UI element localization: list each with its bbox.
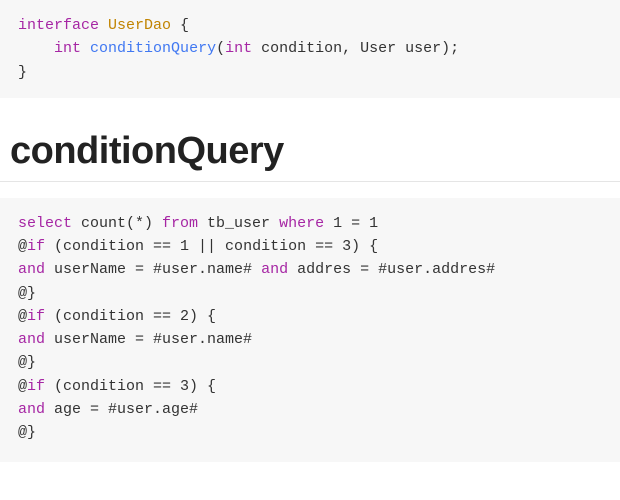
kw-select: select — [18, 215, 72, 232]
text: tb_user — [198, 215, 279, 232]
space — [99, 17, 108, 34]
param-rest: condition, User user — [252, 40, 441, 57]
close-block: @} — [18, 285, 36, 302]
code-block-interface: interface UserDao { int conditionQuery(i… — [0, 0, 620, 98]
text: (condition == 2) { — [45, 308, 216, 325]
text: age = #user.age# — [45, 401, 198, 418]
text: userName = #user.name# — [45, 331, 252, 348]
heading-section: conditionQuery — [0, 106, 620, 182]
method-name: conditionQuery — [90, 40, 216, 57]
kw-and: and — [18, 331, 45, 348]
params-open: ( — [216, 40, 225, 57]
text: 1 = 1 — [324, 215, 378, 232]
kw-and: and — [261, 261, 288, 278]
at-sign: @ — [18, 378, 27, 395]
close-block: @} — [18, 354, 36, 371]
kw-from: from — [162, 215, 198, 232]
text: (condition == 3) { — [45, 378, 216, 395]
return-type: int — [54, 40, 81, 57]
kw-if: if — [27, 378, 45, 395]
text: (condition == 1 || condition == 3) { — [45, 238, 378, 255]
indent — [18, 40, 54, 57]
text: userName = #user.name# — [45, 261, 261, 278]
space — [81, 40, 90, 57]
at-sign: @ — [18, 238, 27, 255]
text: addres = #user.addres# — [288, 261, 495, 278]
at-sign: @ — [18, 308, 27, 325]
kw-if: if — [27, 308, 45, 325]
kw-if: if — [27, 238, 45, 255]
open-brace: { — [171, 17, 189, 34]
kw-and: and — [18, 401, 45, 418]
kw-and: and — [18, 261, 45, 278]
interface-name: UserDao — [108, 17, 171, 34]
page-heading: conditionQuery — [10, 130, 610, 173]
close-block: @} — [18, 424, 36, 441]
params-close: ); — [441, 40, 459, 57]
param-type: int — [225, 40, 252, 57]
keyword-interface: interface — [18, 17, 99, 34]
kw-where: where — [279, 215, 324, 232]
text: count(*) — [72, 215, 162, 232]
close-brace: } — [18, 64, 27, 81]
code-block-query: select count(*) from tb_user where 1 = 1… — [0, 198, 620, 463]
